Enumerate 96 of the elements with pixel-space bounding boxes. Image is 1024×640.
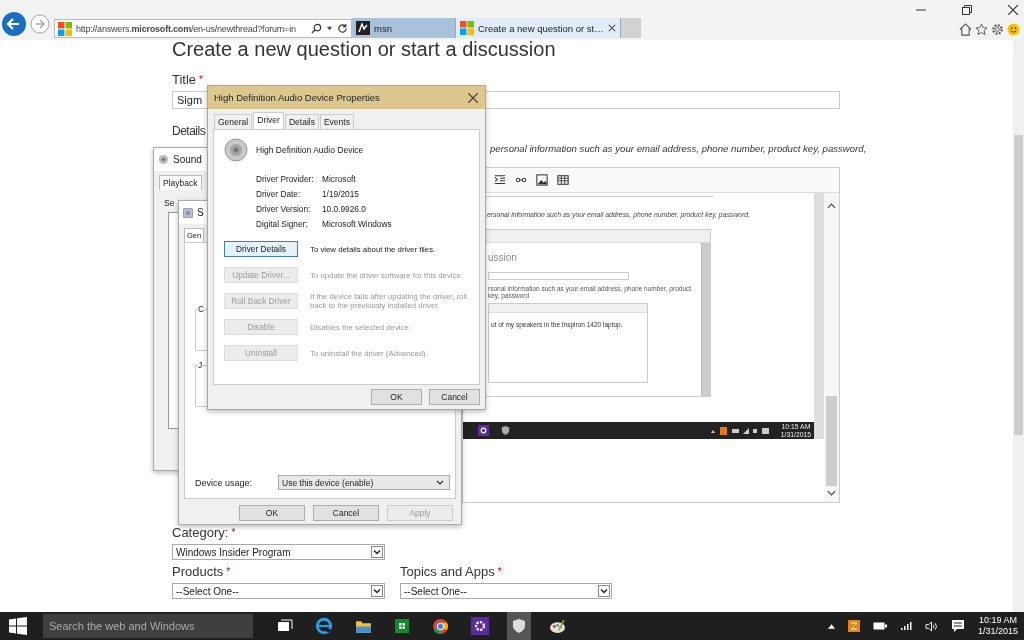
info-value: Microsoft Windows — [322, 219, 392, 229]
close-icon[interactable] — [468, 92, 478, 103]
browser-tab[interactable]: Create a new question or st… — [456, 18, 621, 38]
home-icon[interactable] — [959, 23, 972, 36]
tray-app-icon[interactable] — [847, 620, 860, 632]
required-mark: * — [199, 74, 203, 85]
details-note: personal information such as your email address, phone number, product key, password, — [490, 143, 868, 154]
star-icon[interactable] — [975, 23, 988, 36]
device-usage-select[interactable]: Use this device (enable) — [278, 475, 451, 490]
topics-select[interactable]: --Select One-- — [400, 583, 612, 599]
dropdown-icon — [371, 546, 383, 558]
close-icon[interactable] — [1008, 5, 1018, 15]
editor-scrollbar[interactable] — [824, 193, 839, 502]
smiley-icon[interactable] — [1007, 23, 1020, 36]
paint-palette-icon[interactable] — [549, 617, 566, 635]
field-label: Details — [172, 124, 207, 139]
dialog-tab[interactable]: Details — [284, 114, 319, 129]
volume-icon[interactable] — [924, 620, 938, 632]
page-heading: Create a new question or start a discussion — [172, 40, 557, 59]
msn-figure-icon — [356, 21, 370, 35]
field-label: Device usage: — [195, 477, 253, 488]
category-select[interactable]: Windows Insider Program — [172, 544, 385, 560]
dialog-button[interactable]: Cancel — [429, 389, 480, 405]
info-label: Driver Date: — [256, 189, 302, 199]
device-icon — [183, 207, 193, 218]
browser-tab[interactable]: msn — [352, 18, 456, 38]
embedded-heading: ussion — [488, 252, 518, 263]
chrome-icon[interactable] — [432, 617, 449, 635]
field-label: Topics and Apps — [400, 564, 495, 579]
dialog-tab[interactable]: Driver — [253, 112, 284, 129]
dialog-button[interactable]: OK — [239, 505, 305, 521]
required-mark: * — [497, 566, 502, 577]
info-label: Driver Version: — [256, 204, 312, 214]
window-tab[interactable]: Playback — [159, 175, 202, 190]
dialog-tab[interactable]: General — [214, 114, 253, 129]
url-text: http://answers.microsoft.com/en-us/newthread?forum=in — [76, 23, 297, 34]
caret-icon — [436, 479, 445, 486]
action-button[interactable]: Driver Details — [224, 241, 298, 257]
required-mark: * — [226, 566, 231, 577]
info-label: Digital Signer: — [256, 219, 309, 229]
device-name: High Definition Audio Device — [256, 145, 364, 155]
task-view-icon[interactable] — [277, 618, 293, 634]
battery-icon[interactable] — [872, 622, 887, 630]
search-field[interactable]: Search the web and Windows — [43, 614, 253, 638]
signal-icon[interactable] — [899, 621, 912, 631]
scroll-thumb[interactable] — [1014, 135, 1023, 435]
window-title: Sound — [173, 154, 202, 165]
shield-icon — [511, 618, 527, 634]
field-label: Products — [172, 564, 224, 579]
window-title: S — [197, 207, 204, 218]
restore-icon[interactable] — [962, 5, 972, 15]
scroll-up-icon[interactable] — [827, 203, 836, 209]
info-value: 10.0.9926.0 — [322, 204, 366, 214]
windows-logo-icon — [58, 21, 72, 36]
info-label: Driver Provider: — [256, 174, 315, 184]
scroll-down-icon[interactable] — [827, 490, 836, 496]
back-icon[interactable] — [2, 12, 26, 36]
speaker-icon — [158, 154, 169, 165]
clock-time: 10:19 AM — [978, 615, 1017, 626]
address-bar[interactable]: http://answers.microsoft.com/en-us/newthread?forum=in — [54, 19, 352, 38]
close-icon[interactable] — [608, 24, 616, 32]
page-scrollbar[interactable] — [1013, 40, 1024, 612]
dropdown-icon — [371, 585, 383, 597]
image-icon[interactable] — [536, 174, 548, 186]
taskbar-active-button[interactable] — [507, 612, 531, 640]
window-title: High Definition Audio Device Properties — [214, 92, 380, 103]
info-value: 1/19/2015 — [322, 189, 359, 199]
field-label: Title — [172, 72, 197, 87]
windows-logo-icon — [460, 21, 474, 35]
dialog-button[interactable]: OK — [371, 389, 422, 405]
browser-e-icon[interactable] — [315, 617, 333, 635]
table-icon[interactable] — [557, 174, 569, 186]
dialog-button[interactable]: Cancel — [313, 505, 379, 521]
dialog-tab[interactable]: Events — [319, 114, 354, 129]
tray-icons-drawing — [709, 426, 770, 435]
refresh-icon[interactable] — [337, 23, 348, 34]
field-label: Category: — [172, 525, 229, 540]
dropdown-icon — [598, 585, 610, 597]
products-select[interactable]: --Select One-- — [172, 583, 385, 599]
indent-icon[interactable] — [494, 174, 506, 186]
speaker-icon — [224, 138, 248, 162]
start-icon[interactable] — [9, 617, 27, 635]
info-value: Microsoft — [322, 174, 356, 184]
clock-date: 1/31/2015 — [977, 626, 1018, 637]
section-label: Se — [164, 198, 176, 208]
shield-icon — [500, 425, 511, 436]
chevron-up-icon[interactable] — [827, 623, 835, 629]
gear-icon[interactable] — [471, 617, 489, 635]
scroll-thumb[interactable] — [826, 396, 837, 486]
search-icon[interactable] — [311, 23, 322, 34]
message-icon[interactable] — [950, 619, 965, 633]
dropdown-icon[interactable] — [326, 25, 333, 32]
store-icon[interactable] — [394, 618, 410, 634]
gear-icon — [478, 425, 489, 436]
settings-icon[interactable] — [991, 23, 1004, 36]
required-mark: * — [231, 527, 236, 538]
